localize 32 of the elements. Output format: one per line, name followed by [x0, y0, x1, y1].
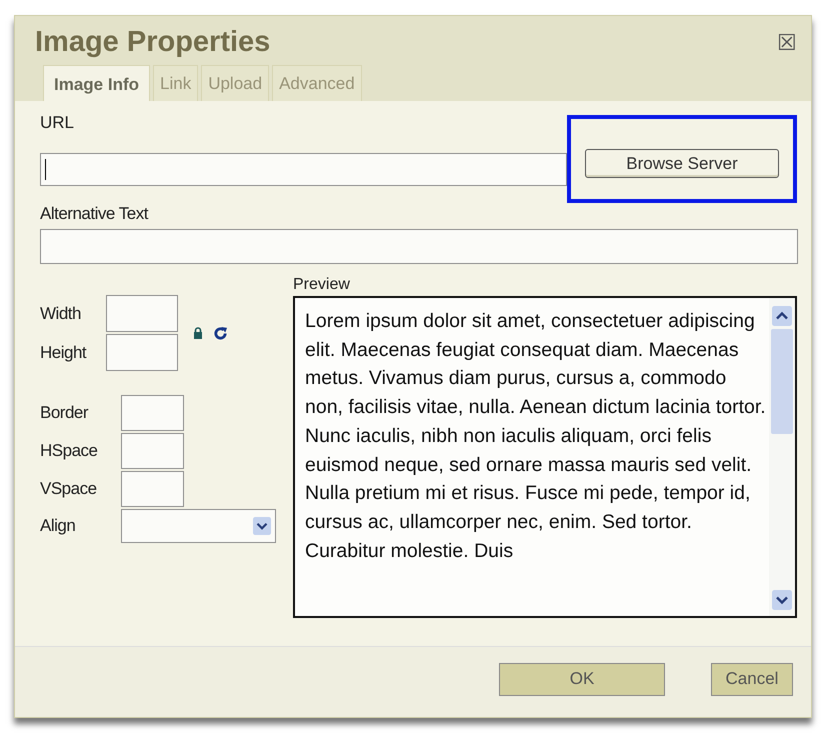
tab[interactable]: Image Info — [43, 65, 150, 101]
tab[interactable]: Advanced — [272, 65, 362, 101]
cancel-button[interactable]: Cancel — [711, 662, 793, 696]
field-label: Height — [40, 342, 88, 362]
input-field[interactable] — [106, 334, 178, 371]
close-button[interactable]: ☒ — [777, 32, 797, 54]
url-label: URL — [40, 113, 76, 133]
alt-text-field[interactable] — [40, 229, 798, 264]
reset-icon[interactable] — [213, 326, 228, 340]
input-field[interactable] — [106, 295, 178, 332]
url-field[interactable] — [40, 152, 567, 186]
scroll-up-icon[interactable] — [771, 306, 793, 326]
alt-text-label: Alternative Text — [40, 204, 150, 224]
align-label: Align — [40, 516, 76, 536]
preview-text: Lorem ipsum dolor sit amet, consectetuer adipiscing elit. Maecenas feugiat consequat diam. Maecenas metus. Vivamus diam purus, cursus a, commodo non, facilisis vitae, nulla. Aenean dictum lacinia tortor. Nunc iaculis, nibh non iaculis aliquam, orci felis euismod neque, sed ornare massa mauris sed velit. Nulla pretium mi et risus. Fusce mi pede, tempor id, cursus ac, ullamcorper nec, enim. Sed tortor. Curabitur molestie. Duis — [304, 309, 767, 564]
field-label: Width — [40, 304, 82, 324]
preview-label: Preview — [293, 276, 351, 294]
field-label: HSpace — [40, 441, 98, 461]
browse-server-button[interactable]: Browse Server — [585, 149, 779, 178]
tab[interactable]: Link — [153, 65, 198, 101]
tab[interactable]: Upload — [201, 65, 270, 101]
input-field[interactable] — [121, 471, 184, 507]
field-label: Border — [40, 403, 90, 423]
scroll-down-icon[interactable] — [771, 590, 793, 610]
align-dropdown[interactable] — [121, 509, 276, 543]
ok-button[interactable]: OK — [499, 662, 665, 696]
scrollbar[interactable] — [769, 298, 795, 616]
field-label: VSpace — [40, 479, 98, 499]
window-title: Image Properties — [35, 26, 270, 59]
lock-icon[interactable] — [193, 327, 203, 339]
input-field[interactable] — [121, 395, 184, 431]
input-field[interactable] — [121, 433, 184, 469]
